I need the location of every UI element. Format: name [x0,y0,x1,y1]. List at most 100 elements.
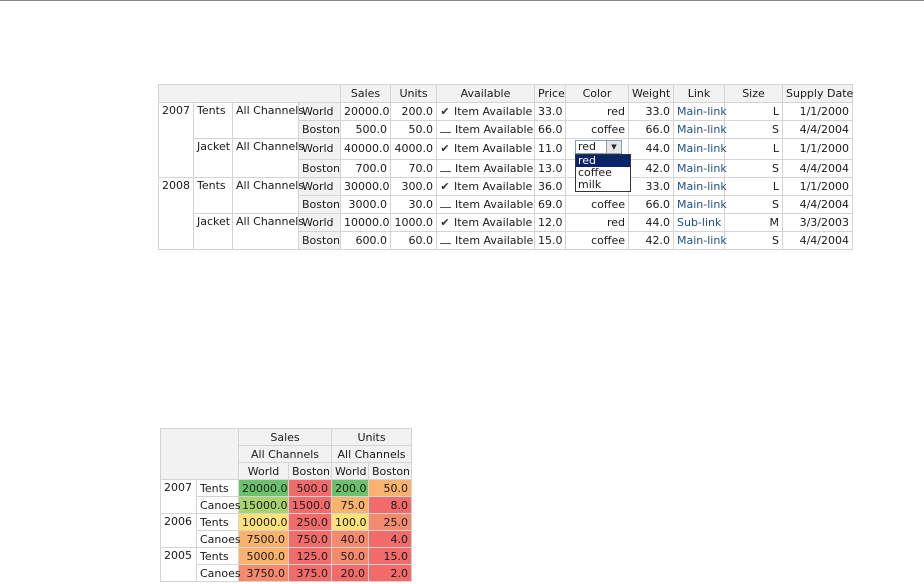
heat-cell[interactable]: 8.0 [368,496,412,514]
row-header-location[interactable]: Boston [298,120,341,139]
cell-supply-date[interactable]: 3/3/2003 [782,213,853,232]
cell-units[interactable]: 200.0 [390,102,437,121]
column-header-weight[interactable]: Weight [628,84,674,103]
heat-cell[interactable]: 3750.0 [238,564,289,582]
cell-supply-date[interactable]: 4/4/2004 [782,195,853,214]
heat-cell[interactable]: 15.0 [368,547,412,565]
row-header-product[interactable]: Tents [193,177,233,214]
cell-link[interactable]: Main-link [673,177,727,196]
cell-color[interactable]: red [565,102,629,121]
row-header-year[interactable]: 2008 [158,177,194,250]
cell-weight[interactable]: 33.0 [628,177,674,196]
heat-cell[interactable]: 20.0 [331,564,369,582]
column-header-sales[interactable]: Sales [238,428,332,446]
heat-cell[interactable]: 250.0 [288,513,332,531]
heat-cell[interactable]: 20000.0 [238,479,289,497]
cell-available[interactable]: ✔ Item Available [436,177,535,196]
cell-color[interactable]: coffee [565,120,629,139]
cell-units[interactable]: 50.0 [390,120,437,139]
cell-link[interactable]: Main-link [673,231,727,250]
cell-price[interactable]: 12.0 [534,213,566,232]
cell-supply-date[interactable]: 4/4/2004 [782,231,853,250]
cell-units[interactable]: 4000.0 [390,138,437,160]
cell-supply-date[interactable]: 4/4/2004 [782,120,853,139]
cell-weight[interactable]: 44.0 [628,138,674,160]
cell-supply-date[interactable]: 1/1/2000 [782,138,853,160]
heat-cell[interactable]: 750.0 [288,530,332,548]
row-header-location[interactable]: World [298,213,341,232]
row-header-year[interactable]: 2005 [160,547,197,582]
heat-cell[interactable]: 375.0 [288,564,332,582]
cell-weight[interactable]: 33.0 [628,102,674,121]
cell-size[interactable]: L [724,177,783,196]
row-header-location[interactable]: Boston [298,231,341,250]
heat-cell[interactable]: 200.0 [331,479,369,497]
column-header-supply-date[interactable]: Supply Date [782,84,853,103]
heat-cell[interactable]: 125.0 [288,547,332,565]
cell-size[interactable]: M [724,213,783,232]
cell-size[interactable]: S [724,120,783,139]
cell-color[interactable]: red [565,213,629,232]
cell-available[interactable]: Item Available [436,120,535,139]
cell-link[interactable]: Main-link [673,120,727,139]
heat-cell[interactable]: 500.0 [288,479,332,497]
cell-sales[interactable]: 30000.0 [340,177,391,196]
cell-color[interactable]: coffee [565,231,629,250]
row-header-product[interactable]: Canoes [196,496,241,514]
cell-sales[interactable]: 700.0 [340,159,391,178]
cell-color-editor[interactable]: red ▼ red coffee milk [565,138,631,192]
row-header-product[interactable]: Tents [196,547,239,565]
row-header-location[interactable]: World [298,177,341,196]
column-header-boston[interactable]: Boston [288,462,332,480]
cell-weight[interactable]: 66.0 [628,120,674,139]
row-header-channel[interactable]: All Channels [232,138,304,178]
heat-cell[interactable]: 50.0 [331,547,369,565]
column-header-sales[interactable]: Sales [340,84,391,103]
heat-cell[interactable]: 25.0 [368,513,412,531]
column-header-channel[interactable]: All Channels [238,445,332,463]
cell-available[interactable]: Item Available [436,195,535,214]
column-header-units[interactable]: Units [331,428,412,446]
column-header-size[interactable]: Size [724,84,783,103]
cell-available[interactable]: Item Available [436,231,535,250]
cell-supply-date[interactable]: 1/1/2000 [782,177,853,196]
cell-price[interactable]: 13.0 [534,159,566,178]
row-header-location[interactable]: Boston [298,159,341,178]
heat-cell[interactable]: 100.0 [331,513,369,531]
column-header-units[interactable]: Units [390,84,437,103]
cell-units[interactable]: 30.0 [390,195,437,214]
heat-cell[interactable]: 15000.0 [238,496,289,514]
cell-price[interactable]: 15.0 [534,231,566,250]
cell-sales[interactable]: 10000.0 [340,213,391,232]
cell-price[interactable]: 36.0 [534,177,566,196]
color-combobox[interactable]: red ▼ [575,140,622,154]
heat-cell[interactable]: 10000.0 [238,513,289,531]
row-header-location[interactable]: World [298,102,341,121]
cell-link[interactable]: Main-link [673,195,727,214]
heat-cell[interactable]: 4.0 [368,530,412,548]
row-header-channel[interactable]: All Channels [232,177,304,214]
dropdown-option-milk[interactable]: milk [576,179,630,191]
column-header-world[interactable]: World [238,462,289,480]
heat-cell[interactable]: 5000.0 [238,547,289,565]
column-header-available[interactable]: Available [436,84,535,103]
column-header-boston[interactable]: Boston [368,462,412,480]
column-header-color[interactable]: Color [565,84,629,103]
column-header-price[interactable]: Price [534,84,566,103]
cell-units[interactable]: 70.0 [390,159,437,178]
heat-cell[interactable]: 7500.0 [238,530,289,548]
row-header-product[interactable]: Canoes [196,530,241,548]
cell-weight[interactable]: 66.0 [628,195,674,214]
row-header-channel[interactable]: All Channels [232,102,304,139]
heat-cell[interactable]: 2.0 [368,564,412,582]
cell-size[interactable]: S [724,231,783,250]
row-header-product[interactable]: Tents [196,513,239,531]
cell-size[interactable]: L [724,138,783,160]
cell-sales[interactable]: 40000.0 [340,138,391,160]
cell-available[interactable]: ✔ Item Available [436,138,535,160]
cell-price[interactable]: 33.0 [534,102,566,121]
row-header-product[interactable]: Canoes [196,564,241,582]
cell-link[interactable]: Sub-link [673,213,725,232]
row-header-product[interactable]: Jacket [193,213,233,250]
cell-available[interactable]: ✔ Item Available [436,102,535,121]
